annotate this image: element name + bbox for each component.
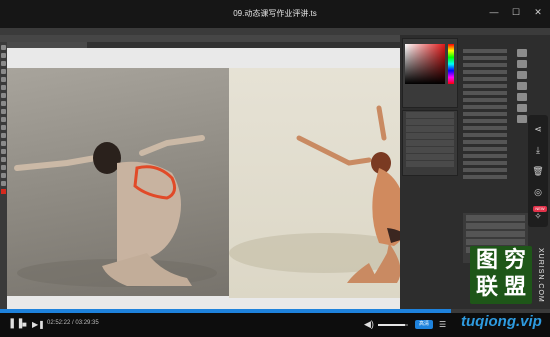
more-tools-icon bbox=[1, 173, 6, 178]
panel-row[interactable] bbox=[463, 63, 507, 67]
stop-icon[interactable]: ■ bbox=[22, 319, 27, 331]
settings-icon[interactable]: ◎ bbox=[530, 184, 546, 200]
move-tool-icon bbox=[1, 45, 6, 50]
foreground-color-swatch bbox=[1, 189, 6, 194]
watermark-url: tuqiong.vip bbox=[461, 313, 542, 330]
video-frame[interactable] bbox=[0, 28, 550, 309]
dock-icon[interactable] bbox=[517, 60, 527, 68]
watermark-logo: 图 穷 联 盟 bbox=[470, 246, 532, 304]
panel-row[interactable] bbox=[463, 147, 507, 151]
swatches-panel bbox=[463, 46, 515, 196]
panel-row[interactable] bbox=[463, 168, 507, 172]
stamp-tool-icon bbox=[1, 93, 6, 98]
history-row[interactable] bbox=[406, 112, 454, 118]
history-row[interactable] bbox=[406, 161, 454, 167]
history-panel bbox=[402, 110, 458, 176]
marquee-tool-icon bbox=[1, 53, 6, 58]
panel-row[interactable] bbox=[463, 126, 507, 130]
panel-row[interactable] bbox=[463, 77, 507, 81]
dock-icon[interactable] bbox=[517, 71, 527, 79]
panel-row[interactable] bbox=[463, 70, 507, 74]
eraser-tool-icon bbox=[1, 101, 6, 106]
panel-row[interactable] bbox=[463, 175, 507, 179]
volume-icon[interactable]: ◀) bbox=[364, 318, 374, 330]
shape-tool-icon bbox=[1, 149, 6, 154]
history-row[interactable] bbox=[406, 147, 454, 153]
dodge-tool-icon bbox=[1, 117, 6, 122]
dock-icon[interactable] bbox=[517, 49, 527, 57]
gradient-tool-icon bbox=[1, 109, 6, 114]
layer-row[interactable] bbox=[466, 231, 525, 237]
window-controls: — ☐ ✕ bbox=[488, 6, 544, 18]
share-icon[interactable]: ⋖ bbox=[530, 121, 546, 137]
panel-row[interactable] bbox=[463, 133, 507, 137]
history-row[interactable] bbox=[406, 154, 454, 160]
layer-row[interactable] bbox=[466, 223, 525, 229]
current-time: 02:52:22 bbox=[47, 320, 71, 326]
history-row[interactable] bbox=[406, 126, 454, 132]
reference-figure-illustration bbox=[14, 135, 217, 287]
panel-row[interactable] bbox=[463, 84, 507, 88]
dock-icon[interactable] bbox=[517, 93, 527, 101]
zoom-tool-icon bbox=[1, 165, 6, 170]
panel-row[interactable] bbox=[463, 154, 507, 158]
painted-figure-illustration bbox=[229, 105, 419, 283]
color-field[interactable] bbox=[405, 44, 445, 84]
dock-icon[interactable] bbox=[517, 82, 527, 90]
photoshop-menubar bbox=[0, 28, 550, 35]
layer-row[interactable] bbox=[466, 215, 525, 221]
panel-row[interactable] bbox=[463, 91, 507, 95]
panel-row[interactable] bbox=[463, 98, 507, 102]
minimize-button[interactable]: — bbox=[488, 6, 500, 18]
path-tool-icon bbox=[1, 141, 6, 146]
history-row[interactable] bbox=[406, 119, 454, 125]
close-button[interactable]: ✕ bbox=[532, 6, 544, 18]
watermark-char: 盟 bbox=[503, 275, 526, 300]
eyedropper-tool-icon bbox=[1, 77, 6, 82]
photoshop-options-bar bbox=[0, 35, 400, 42]
new-badge: NEW bbox=[533, 206, 547, 212]
watermark-char: 穷 bbox=[503, 248, 526, 273]
panel-row[interactable] bbox=[463, 161, 507, 165]
panel-row[interactable] bbox=[463, 49, 507, 53]
volume-slider[interactable] bbox=[378, 324, 408, 326]
hand-tool-icon bbox=[1, 157, 6, 162]
lasso-tool-icon bbox=[1, 61, 6, 66]
playlist-icon[interactable]: ☰ bbox=[439, 319, 446, 331]
layer-row[interactable] bbox=[466, 239, 525, 245]
photoshop-toolbar bbox=[0, 42, 7, 309]
time-readout: 02:52:22 / 03:29:35 bbox=[47, 320, 99, 326]
download-icon[interactable]: ⤓ bbox=[530, 142, 546, 158]
watermark-char: 联 bbox=[475, 275, 498, 300]
hue-slider[interactable] bbox=[448, 44, 454, 84]
player-titlebar: 09.动态课写作业评讲.ts — ☐ ✕ bbox=[0, 0, 550, 28]
type-tool-icon bbox=[1, 133, 6, 138]
panel-dock-icons bbox=[517, 46, 529, 126]
panel-row[interactable] bbox=[463, 112, 507, 116]
dock-icon[interactable] bbox=[517, 104, 527, 112]
reference-photo bbox=[7, 68, 229, 296]
maximize-button[interactable]: ☐ bbox=[510, 6, 522, 18]
video-title: 09.动态课写作业评讲.ts bbox=[233, 9, 317, 18]
volume-slider-fill bbox=[378, 324, 405, 326]
panel-row[interactable] bbox=[463, 119, 507, 123]
panel-row[interactable] bbox=[463, 140, 507, 144]
painting-canvas bbox=[229, 68, 419, 298]
quality-button[interactable]: 高清 bbox=[415, 320, 433, 329]
brush-tool-icon bbox=[1, 85, 6, 90]
panel-row[interactable] bbox=[463, 105, 507, 109]
history-row[interactable] bbox=[406, 140, 454, 146]
dock-icon[interactable] bbox=[517, 115, 527, 123]
next-icon[interactable]: ▶❚ bbox=[32, 319, 45, 331]
watermark-char: 图 bbox=[475, 248, 498, 273]
history-row[interactable] bbox=[406, 133, 454, 139]
watermark-side-text: XURISN.COM bbox=[537, 248, 544, 303]
total-time: 03:29:35 bbox=[75, 320, 99, 326]
pen-tool-icon bbox=[1, 125, 6, 130]
edit-toolbar-icon bbox=[1, 181, 6, 186]
panel-row[interactable] bbox=[463, 56, 507, 60]
delete-icon[interactable]: 🗑 bbox=[530, 163, 546, 179]
crop-tool-icon bbox=[1, 69, 6, 74]
